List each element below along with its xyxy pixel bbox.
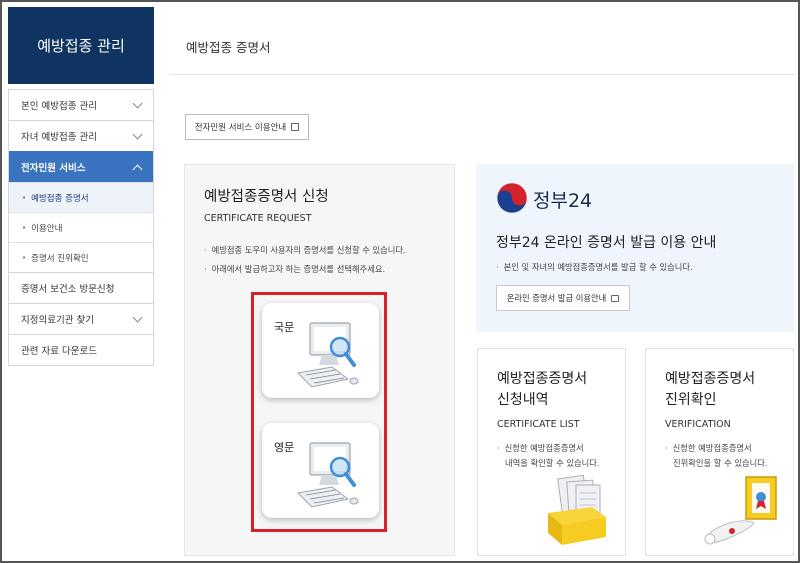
korean-certificate-card[interactable]: 국문 (262, 303, 379, 398)
verify-title-line: 예방접종증명서 (665, 371, 756, 387)
sidebar-item-label: 관련 자료 다운로드 (21, 346, 97, 357)
chevron-down-icon (132, 98, 143, 108)
sidebar-item-label: 지정의료기관 찾기 (21, 315, 94, 326)
sidebar-item-self-vaccination[interactable]: 본인 예방접종 관리 (9, 89, 153, 120)
sidebar-subitem-usage-guide[interactable]: 이용안내 (9, 212, 153, 242)
verify-desc-line: 진위확인을 할 수 있습니다. (673, 458, 768, 468)
new-window-icon (611, 294, 620, 302)
verification-panel[interactable]: 예방접종증명서 진위확인 VERIFICATION 신청한 예방접종증명서 진위… (645, 348, 794, 556)
sidebar-item-e-civil-service[interactable]: 전자민원 서비스 (9, 151, 153, 182)
sidebar-item-label: 자녀 예방접종 관리 (21, 132, 97, 143)
service-guide-label: 전자민원 서비스 이용안내 (194, 123, 287, 133)
history-title-line: 예방접종증명서 (497, 371, 588, 387)
verify-title: 예방접종증명서 진위확인 (665, 369, 755, 411)
sidebar: 예방접종 관리 본인 예방접종 관리 자녀 예방접종 관리 전자민원 서비스 예… (8, 7, 154, 366)
request-bullet: 아래에서 발급하고자 하는 증명서를 선택해주세요. (204, 260, 406, 279)
history-subtitle: CERTIFICATE LIST (497, 419, 580, 430)
history-title-line: 신청내역 (497, 392, 549, 408)
gov24-logo-icon (496, 182, 528, 214)
english-certificate-card[interactable]: 영문 (262, 423, 379, 518)
computer-magnifier-icon (296, 442, 359, 508)
sidebar-item-child-vaccination[interactable]: 자녀 예방접종 관리 (9, 120, 153, 151)
computer-magnifier-icon (296, 322, 359, 388)
sidebar-item-downloads[interactable]: 관련 자료 다운로드 (9, 334, 153, 365)
chevron-down-icon (132, 129, 143, 139)
sidebar-title: 예방접종 관리 (8, 7, 154, 84)
page-title: 예방접종 증명서 (186, 40, 271, 55)
sidebar-item-label: 본인 예방접종 관리 (21, 101, 97, 112)
request-subtitle: CERTIFICATE REQUEST (204, 213, 312, 224)
request-bullets: 예방접종 도우미 사용자의 증명서를 신청할 수 있습니다. 아래에서 발급하고… (204, 241, 406, 279)
verify-desc-line: 신청한 예방접종증명서 (665, 441, 768, 456)
certificate-scroll-icon (704, 476, 777, 545)
verify-title-line: 진위확인 (665, 392, 717, 408)
sidebar-subitem-certificate[interactable]: 예방접종 증명서 (9, 182, 153, 212)
highlight-box: 국문 영문 (251, 292, 387, 532)
request-bullet: 예방접종 도우미 사용자의 증명서를 신청할 수 있습니다. (204, 241, 406, 260)
gov24-panel: 정부24 정부24 온라인 증명서 발급 이용 안내 본인 및 자녀의 예방접종… (476, 164, 794, 332)
sidebar-item-clinic-visit[interactable]: 증명서 보건소 방문신청 (9, 272, 153, 303)
history-desc-line: 내역을 확인할 수 있습니다. (505, 458, 600, 468)
chevron-up-icon (132, 164, 143, 174)
history-desc: 신청한 예방접종증명서 내역을 확인할 수 있습니다. (497, 441, 600, 471)
online-certificate-guide-button[interactable]: 온라인 증명서 발급 이용안내 (496, 285, 630, 311)
online-certificate-guide-label: 온라인 증명서 발급 이용안내 (506, 293, 607, 303)
file-box-icon (548, 474, 606, 545)
sidebar-subitem-verification[interactable]: 증명서 진위확인 (9, 242, 153, 272)
sidebar-item-find-clinic[interactable]: 지정의료기관 찾기 (9, 303, 153, 334)
verify-desc: 신청한 예방접종증명서 진위확인을 할 수 있습니다. (665, 441, 768, 471)
external-link-icon (291, 123, 300, 131)
sidebar-menu: 본인 예방접종 관리 자녀 예방접종 관리 전자민원 서비스 예방접종 증명서 … (8, 89, 154, 366)
history-desc-line: 신청한 예방접종증명서 (497, 441, 600, 456)
history-title: 예방접종증명서 신청내역 (497, 369, 587, 411)
certificate-list-panel[interactable]: 예방접종증명서 신청내역 CERTIFICATE LIST 신청한 예방접종증명… (477, 348, 626, 556)
service-guide-button[interactable]: 전자민원 서비스 이용안내 (185, 114, 309, 140)
gov24-bullet: 본인 및 자녀의 예방접종증명서를 발급 할 수 있습니다. (496, 261, 693, 273)
divider (170, 74, 795, 75)
gov24-title: 정부24 온라인 증명서 발급 이용 안내 (496, 235, 717, 251)
sidebar-item-label: 증명서 보건소 방문신청 (21, 284, 115, 295)
request-title: 예방접종증명서 신청 (204, 189, 329, 205)
sidebar-item-label: 전자민원 서비스 (21, 163, 86, 174)
gov24-brand: 정부24 (533, 190, 593, 212)
verify-subtitle: VERIFICATION (665, 419, 731, 430)
chevron-down-icon (132, 312, 143, 322)
